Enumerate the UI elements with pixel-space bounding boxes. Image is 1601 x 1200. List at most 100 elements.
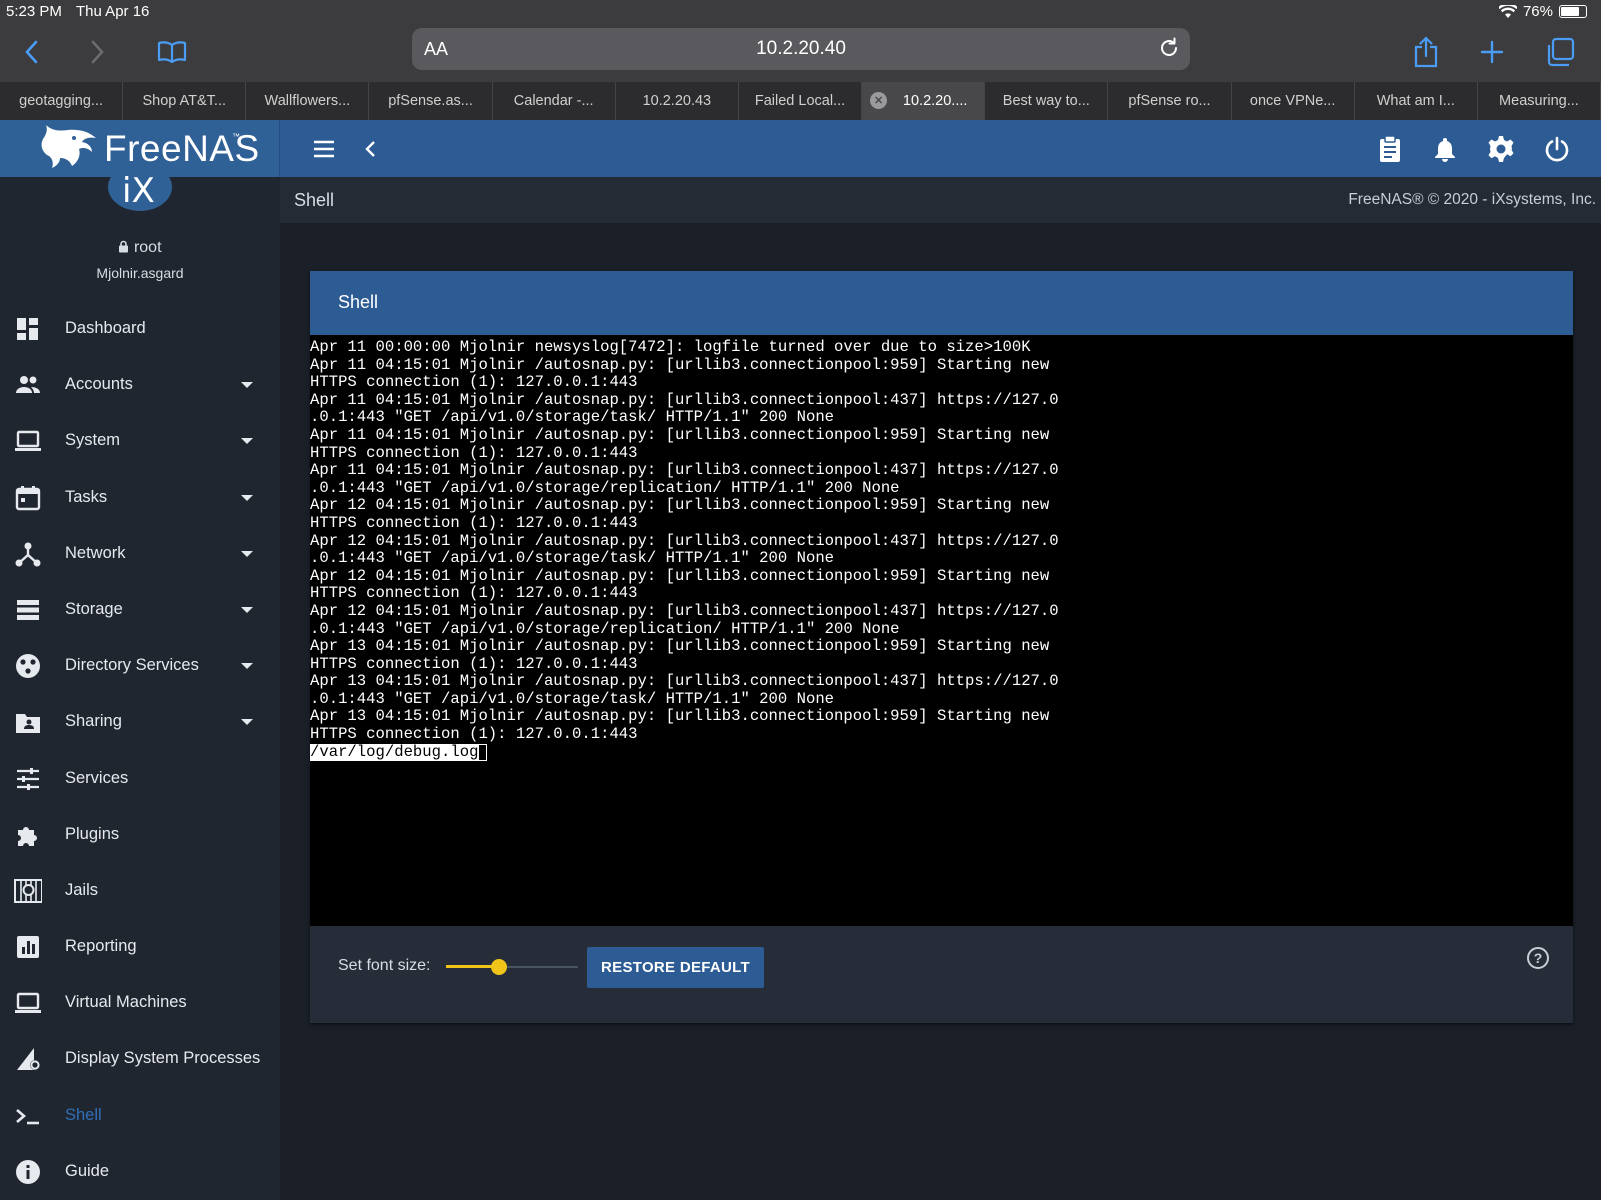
sidebar-item-guide[interactable]: Guide [0,1144,280,1200]
ios-status-bar: 5:23 PM Thu Apr 16 76% [0,0,1601,24]
browser-tab[interactable]: Wallflowers... [246,82,370,120]
share-icon[interactable] [1408,34,1444,70]
sidebar-item-display-system-processes[interactable]: Display System Processes [0,1031,280,1087]
shell-card-header: Shell [310,271,1573,335]
new-tab-icon[interactable] [1474,34,1510,70]
browser-tab[interactable]: Measuring... [1478,82,1601,120]
collapse-sidebar-icon[interactable] [355,133,387,165]
terminal-line: HTTPS connection (1): 127.0.0.1:443 [310,513,638,532]
user-area: iX root Mjolnir.asgard [0,163,280,289]
close-tab-icon[interactable]: ✕ [870,92,888,109]
expand-caret-icon[interactable] [241,494,253,501]
calendar-icon [15,485,41,510]
power-icon[interactable] [1541,133,1573,165]
sidebar-item-shell[interactable]: Shell [0,1088,280,1144]
help-icon[interactable]: ? [1527,947,1549,969]
sidebar-item-label: Shell [65,1105,102,1124]
terminal-line: Apr 12 04:15:01 Mjolnir /autosnap.py: [u… [310,496,1050,515]
bell-icon[interactable] [1429,133,1461,165]
terminal-line: Apr 11 04:15:01 Mjolnir /autosnap.py: [u… [310,355,1050,374]
storage-icon [17,599,39,620]
expand-caret-icon[interactable] [241,438,253,445]
menu-icon[interactable] [308,133,340,165]
browser-tab[interactable]: What am I... [1355,82,1478,120]
terminal-cursor [478,744,488,762]
directory-icon [16,654,40,679]
browser-tab-label: Calendar -... [513,93,594,109]
browser-tab[interactable]: Failed Local... [739,82,863,120]
sidebar-item-system[interactable]: System [0,413,280,469]
url-text[interactable]: 10.2.20.40 [412,38,1190,60]
browser-tab[interactable]: Best way to... [985,82,1109,120]
sidebar-item-sharing[interactable]: Sharing [0,694,280,750]
sidebar-item-tasks[interactable]: Tasks [0,470,280,526]
browser-tab[interactable]: 10.2.20.43 [616,82,739,120]
terminal-line: .0.1:443 "GET /api/v1.0/storage/replicat… [310,619,900,638]
shell-controls: Set font size: RESTORE DEFAULT ? [310,926,1573,1023]
restore-default-button[interactable]: RESTORE DEFAULT [587,947,764,988]
browser-tab-strip: geotagging... Shop AT&T... Wallflowers... p… [0,82,1601,120]
sidebar-item-network[interactable]: Network [0,526,280,582]
browser-tab[interactable]: pfSense ro... [1108,82,1232,120]
terminal-line: HTTPS connection (1): 127.0.0.1:443 [310,584,638,603]
expand-caret-icon[interactable] [241,606,253,613]
brand-logo[interactable]: FreeNAS ™ [0,120,280,177]
browser-tab-label: Best way to... [1002,93,1090,109]
user-host: Mjolnir.asgard [96,265,184,281]
browser-tab[interactable]: geotagging... [0,82,124,120]
expand-caret-icon[interactable] [241,719,253,726]
sidebar-item-virtual-machines[interactable]: Virtual Machines [0,975,280,1031]
tabs-overview-icon[interactable] [1542,34,1578,70]
status-date: Thu Apr 16 [76,3,150,20]
shell-card-title: Shell [338,292,379,312]
sidebar-item-label: Display System Processes [65,1049,261,1068]
tune-icon [17,767,39,790]
forward-icon[interactable] [79,34,115,70]
status-right: 76% [1498,3,1587,20]
sidebar-item-label: System [65,431,121,450]
terminal-icon [16,1108,39,1124]
reload-icon[interactable] [1158,37,1180,64]
browser-tab[interactable]: Shop AT&T... [123,82,247,120]
back-icon[interactable] [14,34,50,70]
font-size-slider[interactable] [446,957,578,977]
browser-tab[interactable]: Calendar -... [493,82,616,120]
browser-tab[interactable]: once VPNe... [1232,82,1355,120]
user-name[interactable]: root [0,239,280,257]
sidebar-item-label: Network [65,543,126,562]
page-bar: Shell FreeNAS® © 2020 - iXsystems, Inc. [280,177,1601,223]
expand-caret-icon[interactable] [241,382,253,389]
address-bar[interactable]: AA 10.2.20.40 [412,28,1190,70]
task-manager-icon[interactable] [1374,133,1406,165]
sidebar-item-directory-services[interactable]: Directory Services [0,638,280,694]
sidebar-item-accounts[interactable]: Accounts [0,357,280,413]
sidebar-item-label: Jails [65,880,99,899]
browser-toolbar: AA 10.2.20.40 [0,24,1601,82]
sidebar-item-dashboard[interactable]: Dashboard [0,301,280,357]
browser-tab[interactable]: ✕ 10.2.20.... [862,82,986,120]
sidebar-item-reporting[interactable]: Reporting [0,919,280,975]
sidebar-item-storage[interactable]: Storage [0,582,280,638]
gear-icon[interactable] [1485,133,1517,165]
slider-thumb[interactable] [490,959,507,975]
browser-tab-label: geotagging... [19,93,103,109]
sidebar-item-plugins[interactable]: Plugins [0,807,280,863]
bookmarks-icon[interactable] [154,34,190,70]
sidebar-item-services[interactable]: Services [0,751,280,807]
copyright: FreeNAS® © 2020 - iXsystems, Inc. [1348,191,1596,208]
expand-caret-icon[interactable] [241,663,253,670]
terminal[interactable]: Apr 11 00:00:00 Mjolnir newsyslog[7472]:… [310,335,1573,926]
dashboard-icon [17,318,38,340]
terminal-line: Apr 13 04:15:01 Mjolnir /autosnap.py: [u… [310,672,1059,691]
browser-tab-label: 10.2.20.... [902,93,968,109]
browser-tab[interactable]: pfSense.as... [369,82,493,120]
sidebar-item-jails[interactable]: Jails [0,863,280,919]
sidebar-item-label: Directory Services [65,656,199,675]
network-icon [15,542,41,567]
terminal-line: Apr 13 04:15:01 Mjolnir /autosnap.py: [u… [310,707,1050,726]
freenas-shark-icon [41,125,96,168]
terminal-line: Apr 11 04:15:01 Mjolnir /autosnap.py: [u… [310,390,1059,409]
sidebar-item-label: Dashboard [65,319,146,337]
expand-caret-icon[interactable] [241,550,253,557]
browser-tab-label: 10.2.20.43 [642,93,712,109]
